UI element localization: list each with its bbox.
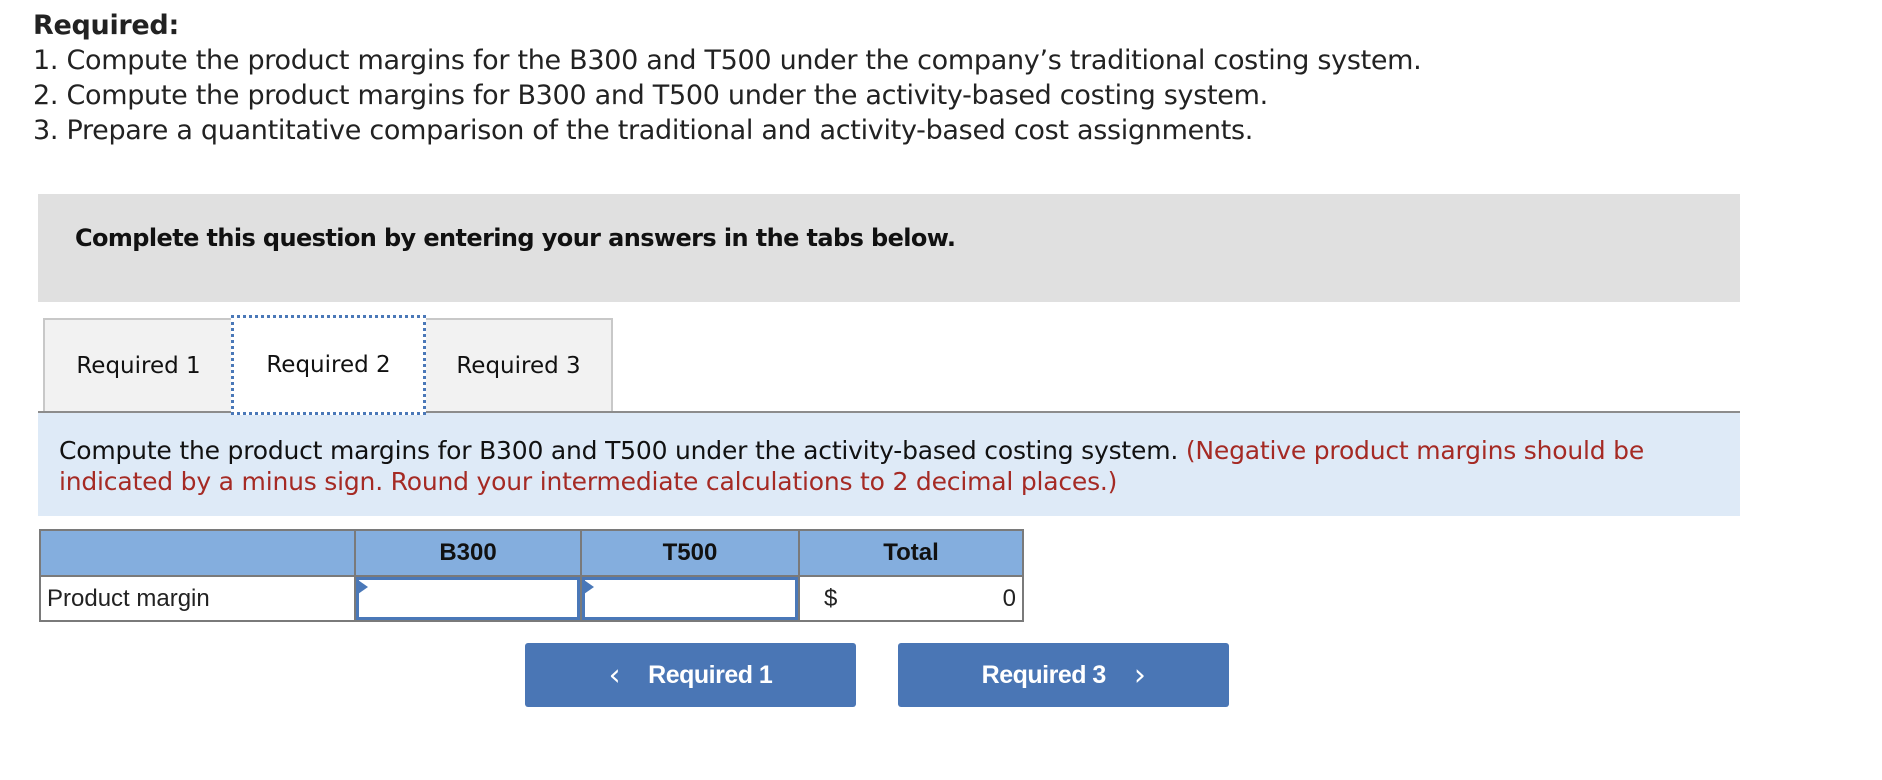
- b300-cell: [354, 575, 582, 622]
- chevron-right-icon: ›: [1133, 657, 1146, 693]
- b300-product-margin-input[interactable]: [356, 577, 580, 620]
- requirement-item-1: 1. Compute the product margins for the B…: [33, 45, 1422, 76]
- row-label: Product margin: [39, 575, 356, 622]
- chevron-left-icon: ‹: [608, 657, 621, 693]
- header-total: Total: [798, 529, 1024, 577]
- instruction-text: Compute the product margins for B300 and…: [59, 435, 1719, 497]
- table-row: Product margin $ 0: [39, 575, 1024, 622]
- t500-product-margin-input[interactable]: [582, 577, 798, 620]
- currency-symbol: $: [824, 585, 838, 612]
- input-flag-icon: [358, 580, 368, 594]
- requirement-item-2: 2. Compute the product margins for B300 …: [33, 80, 1268, 111]
- prev-required-1-button[interactable]: ‹ Required 1: [525, 643, 856, 707]
- total-cell: $ 0: [798, 575, 1024, 622]
- input-flag-icon: [584, 580, 594, 594]
- total-value: 0: [1002, 585, 1016, 612]
- next-required-3-button[interactable]: Required 3 ›: [898, 643, 1229, 707]
- product-margin-table: B300 T500 Total Product margin $ 0: [39, 529, 1024, 622]
- next-button-label: Required 3: [981, 660, 1107, 689]
- header-blank: [39, 529, 356, 577]
- tab-required-3[interactable]: Required 3: [424, 318, 613, 412]
- instruction-main: Compute the product margins for B300 and…: [59, 436, 1179, 465]
- prev-button-label: Required 1: [648, 660, 773, 689]
- requirement-item-3: 3. Prepare a quantitative comparison of …: [33, 115, 1254, 146]
- tab-required-1[interactable]: Required 1: [43, 318, 234, 412]
- instructions-banner: Complete this question by entering your …: [38, 194, 1740, 302]
- table-header-row: B300 T500 Total: [39, 529, 1024, 577]
- tab-required-2[interactable]: Required 2: [231, 315, 426, 415]
- header-b300: B300: [354, 529, 582, 577]
- requirements-title: Required:: [33, 10, 179, 41]
- instruction-panel: Compute the product margins for B300 and…: [38, 413, 1740, 516]
- banner-text: Complete this question by entering your …: [75, 224, 956, 252]
- header-t500: T500: [580, 529, 800, 577]
- t500-cell: [580, 575, 800, 622]
- requirements-block: Required: 1. Compute the product margins…: [33, 8, 1422, 148]
